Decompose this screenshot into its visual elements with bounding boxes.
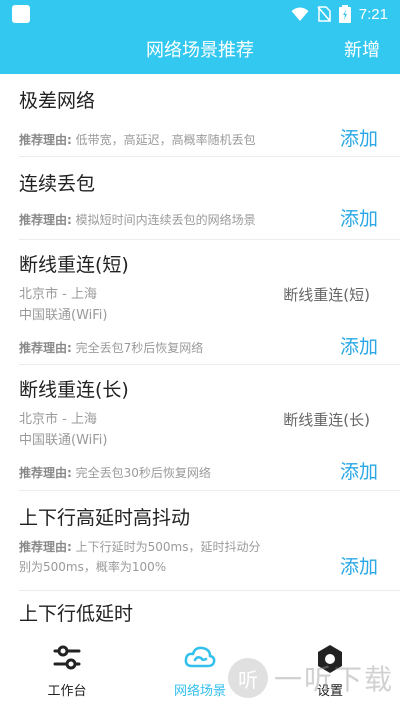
- tab-label: 工作台: [47, 684, 87, 699]
- reason-prefix: 推荐理由:: [19, 341, 72, 355]
- cloud-icon: [184, 646, 216, 668]
- carrier-text: 中国联通(WiFi): [19, 308, 108, 323]
- reason-prefix: 推荐理由:: [19, 213, 72, 227]
- battery-icon: [338, 5, 351, 23]
- reason-prefix: 推荐理由:: [19, 466, 72, 480]
- scenario-title: 断线重连(短): [19, 254, 129, 276]
- notification-icon: [12, 5, 30, 23]
- scenario-title: 上下行低延时: [19, 603, 134, 625]
- add-button[interactable]: 添加: [340, 204, 378, 231]
- reason-text: 模拟短时间内连续丢包的网络场景: [75, 213, 256, 227]
- scenario-reason: 推荐理由: 上下行延时为500ms，延时抖动分 别为500ms，概率为100%: [19, 537, 291, 577]
- wifi-icon: [291, 7, 309, 21]
- scene-label: 断线重连(长): [283, 411, 370, 429]
- add-button[interactable]: 添加: [340, 124, 378, 151]
- scenario-title: 上下行高延时高抖动: [19, 507, 191, 529]
- route-text: 北京市 - 上海: [19, 412, 97, 427]
- page-title: 网络场景推荐: [146, 40, 254, 61]
- tab-workbench[interactable]: 工作台: [7, 636, 127, 707]
- add-new-button[interactable]: 新增: [344, 28, 380, 74]
- list-item: 断线重连(长) 北京市 - 上海 中国联通(WiFi) 断线重连(长) 推荐理由…: [0, 365, 400, 491]
- reason-text: 完全丢包30秒后恢复网络: [75, 466, 211, 480]
- add-button[interactable]: 添加: [340, 457, 378, 484]
- add-button[interactable]: 添加: [340, 332, 378, 359]
- list-item: 上下行低延时 添加: [0, 591, 400, 636]
- scenario-reason: 推荐理由: 完全丢包7秒后恢复网络: [19, 338, 291, 358]
- list-item: 连续丢包 推荐理由: 模拟短时间内连续丢包的网络场景 添加: [0, 157, 400, 240]
- reason-prefix: 推荐理由:: [19, 133, 72, 147]
- watermark: 听 一听下载: [227, 656, 394, 700]
- list-item: 极差网络 推荐理由: 低带宽，高延迟，高概率随机丢包 添加: [0, 74, 400, 157]
- watermark-logo: 听: [227, 658, 268, 698]
- status-bar: 7:21: [0, 0, 400, 28]
- scene-label: 断线重连(短): [283, 286, 370, 304]
- reason-text-continued: 别为500ms，概率为100%: [19, 560, 167, 574]
- app-bar: 网络场景推荐 新增: [0, 28, 400, 74]
- list-item: 上下行高延时高抖动 推荐理由: 上下行延时为500ms，延时抖动分 别为500m…: [0, 491, 400, 591]
- scenario-reason: 推荐理由: 低带宽，高延迟，高概率随机丢包: [19, 130, 291, 150]
- status-icons: 7:21: [291, 4, 388, 24]
- clock-time: 7:21: [358, 5, 388, 23]
- reason-text: 完全丢包7秒后恢复网络: [75, 341, 204, 355]
- scenario-title: 断线重连(长): [19, 379, 129, 401]
- watermark-text: 一听下载: [273, 663, 394, 696]
- reason-prefix: 推荐理由:: [19, 540, 72, 554]
- carrier-text: 中国联通(WiFi): [19, 433, 108, 448]
- scenario-reason: 推荐理由: 模拟短时间内连续丢包的网络场景: [19, 210, 291, 230]
- add-button[interactable]: 添加: [340, 552, 378, 579]
- route-text: 北京市 - 上海: [19, 287, 97, 302]
- scenario-list[interactable]: 极差网络 推荐理由: 低带宽，高延迟，高概率随机丢包 添加 连续丢包 推荐理由:…: [0, 74, 400, 636]
- list-item: 断线重连(短) 北京市 - 上海 中国联通(WiFi) 断线重连(短) 推荐理由…: [0, 240, 400, 365]
- scenario-title: 极差网络: [19, 90, 96, 112]
- reason-text: 低带宽，高延迟，高概率随机丢包: [75, 133, 256, 147]
- scenario-title: 连续丢包: [19, 173, 96, 195]
- scenario-reason: 推荐理由: 完全丢包30秒后恢复网络: [19, 463, 291, 483]
- reason-text: 上下行延时为500ms，延时抖动分: [75, 540, 261, 554]
- sliders-icon: [53, 645, 81, 670]
- no-sim-icon: [317, 6, 331, 22]
